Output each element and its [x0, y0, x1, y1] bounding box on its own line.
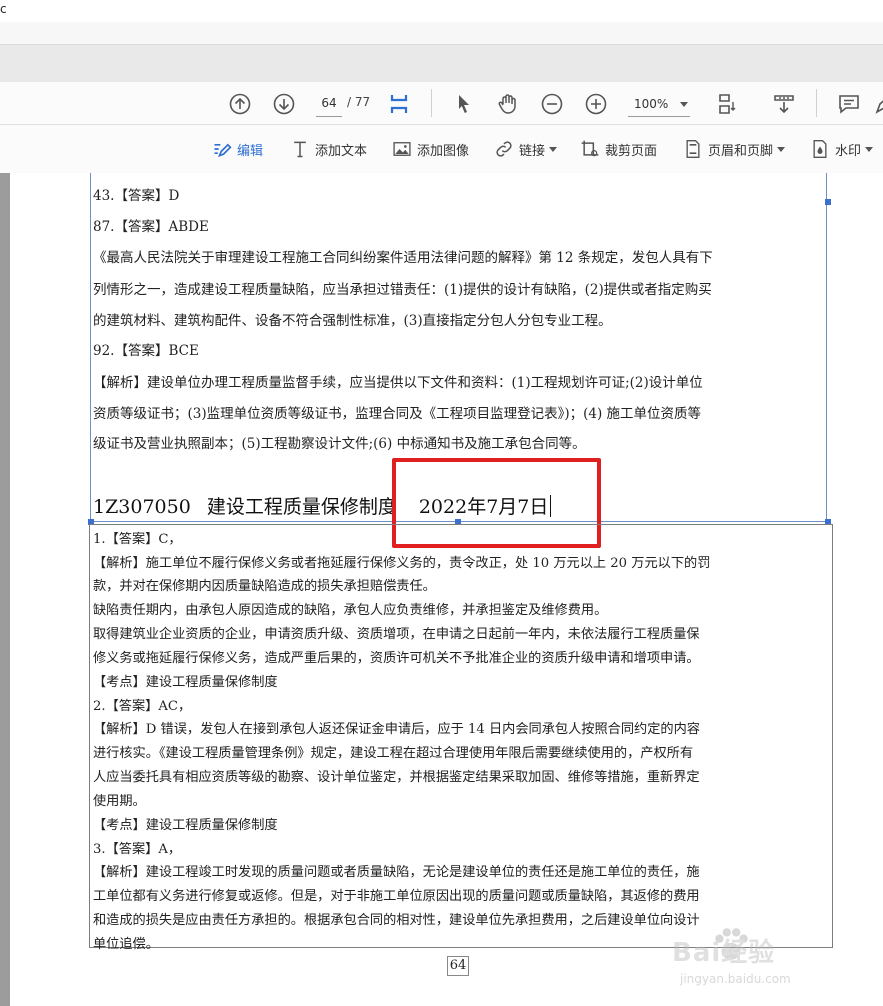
- section-title: 建设工程质量保修制度: [206, 496, 397, 518]
- add-image-label: 添加图像: [417, 143, 470, 159]
- arrow-up-circle-icon[interactable]: [228, 92, 252, 116]
- chevron-down-icon: [777, 146, 786, 152]
- paragraph-line: 工单位都有义务进行修复或返修。但是，对于非施工单位原因出现的质量问题或质量缺陷，…: [93, 889, 700, 904]
- menu-ribbon: [0, 44, 883, 83]
- answer-line: 43.【答案】D: [93, 188, 180, 204]
- image-icon: [393, 142, 411, 156]
- page-number: 64: [449, 958, 467, 973]
- watermark-overlay: Bai经验 jingyan.baidu.com: [672, 920, 882, 1006]
- resize-handle[interactable]: [825, 199, 831, 205]
- paragraph-line: 缺陷责任期内，由承包人原因造成的缺陷，承包人应负责维修，并承担鉴定及维修费用。: [93, 603, 608, 618]
- paragraph-line: 的建筑材料、建筑构配件、设备不符合强制性标准，(3)直接指定分包人分包专业工程。: [93, 313, 612, 329]
- paragraph-line: 进行核实。《建设工程质量管理条例》规定，建设工程在超过合理使用年限后需要继续使用…: [93, 746, 694, 761]
- zoom-value: 100%: [634, 97, 669, 111]
- page-number-box: 64: [447, 956, 469, 976]
- link-icon: [496, 141, 512, 157]
- add-text-label: 添加文本: [315, 143, 368, 159]
- header-footer-button[interactable]: 页眉和页脚: [683, 137, 786, 161]
- select-arrow-icon[interactable]: [452, 92, 476, 116]
- answer-line: 87.【答案】ABDE: [93, 219, 209, 235]
- edit-label: 编辑: [237, 143, 264, 159]
- zoom-out-icon[interactable]: [540, 92, 564, 116]
- scroll-mode-icon[interactable]: [772, 92, 796, 116]
- chevron-down-icon: [680, 101, 688, 107]
- watermark-label: 水印: [835, 143, 862, 159]
- paragraph-line: 《最高人民法院关于审理建设工程施工合同纠纷案件适用法律问题的解释》第 12 条规…: [93, 250, 713, 266]
- arrow-down-circle-icon[interactable]: [272, 92, 296, 116]
- toolbar-divider: [816, 89, 817, 117]
- edit-button[interactable]: 编辑: [212, 137, 263, 161]
- add-text-button[interactable]: 添加文本: [290, 137, 367, 161]
- answer-line: 3.【答案】A，: [93, 842, 182, 857]
- paragraph-line: 单位追偿。: [93, 937, 159, 952]
- title-strip: c: [0, 0, 883, 22]
- paragraph-line: 【解析】施工单位不履行保修义务或者拖延履行保修义务的，责令改正，处 10 万元以…: [93, 556, 711, 571]
- key-point-line: 【考点】建设工程质量保修制度: [93, 675, 278, 690]
- paragraph-line: 款，并对在保修期内因质量缺陷造成的损失承担赔偿责任。: [93, 579, 436, 594]
- hand-icon[interactable]: [496, 92, 520, 116]
- paragraph-line: 【解析】建设单位办理工程质量监督手续，应当提供以下文件和资料：(1)工程规划许可…: [93, 375, 703, 391]
- paragraph-line: 【解析】D 错误，发包人在接到承包人返还保证金申请后，应于 14 日内会同承包人…: [93, 722, 700, 737]
- answer-line: 92.【答案】BCE: [93, 343, 199, 359]
- crop-page-button[interactable]: 裁剪页面: [580, 137, 657, 161]
- paragraph-line: 资质等级证书；(3)监理单位资质等级证书，监理合同及《工程项目监理登记表》)；(…: [93, 406, 702, 422]
- toolbar-divider: [431, 89, 432, 117]
- section-code: 1Z307050: [93, 496, 191, 518]
- zoom-select[interactable]: 100%: [628, 92, 690, 117]
- link-button[interactable]: 链接: [494, 137, 558, 161]
- draw-tool-icon[interactable]: [873, 92, 883, 116]
- chevron-down-icon: [865, 146, 874, 152]
- crop-icon: [581, 140, 599, 157]
- watermark-icon: [813, 140, 827, 158]
- watermark-button[interactable]: 水印: [810, 137, 874, 161]
- answer-line: 2.【答案】AC，: [93, 699, 192, 714]
- page-number-input[interactable]: 64: [316, 92, 342, 117]
- crop-label: 裁剪页面: [605, 143, 658, 159]
- paragraph-line: 和造成的损失是应由责任方承担的。根据承包合同的相对性，建设单位先承担费用，之后建…: [93, 913, 700, 928]
- watermark-brand: Bai经验: [672, 938, 776, 968]
- paragraph-line: 使用期。: [93, 794, 146, 809]
- left-panel-edge: [0, 173, 10, 1006]
- header-footer-icon: [686, 140, 700, 158]
- chevron-down-icon: [549, 146, 558, 152]
- fit-page-icon[interactable]: [387, 92, 411, 116]
- paragraph-line: 修义务或拖延履行保修义务，造成严重后果的，资质许可机关不予批准企业的资质升级申请…: [93, 651, 700, 666]
- paragraph-line: 级证书及营业执照副本；(5)工程勘察设计文件;(6) 中标通知书及施工承包合同等…: [93, 436, 586, 452]
- add-image-button[interactable]: 添加图像: [392, 137, 469, 161]
- text-t-icon: [294, 141, 306, 158]
- key-point-line: 【考点】建设工程质量保修制度: [93, 818, 278, 833]
- page-layout-icon[interactable]: [716, 92, 752, 130]
- paragraph-line: 人应当委托具有相应资质等级的勘察、设计单位鉴定，并根据鉴定结果采取加固、维修等措…: [93, 770, 700, 785]
- tab-bar: [0, 22, 883, 44]
- edit-icon: [214, 143, 232, 158]
- header-footer-label: 页眉和页脚: [708, 143, 774, 159]
- window-title-fragment: c: [0, 2, 7, 16]
- page-total-label: / 77: [347, 95, 371, 109]
- watermark-url: jingyan.baidu.com: [680, 972, 791, 986]
- comment-icon[interactable]: [837, 92, 861, 116]
- zoom-in-icon[interactable]: [584, 92, 608, 116]
- page-number-value: 64: [321, 96, 337, 110]
- paragraph-line: 列情形之一，造成建设工程质量缺陷，应当承担过错责任：(1)提供的设计有缺陷，(2…: [93, 282, 712, 298]
- paragraph-line: 【解析】建设工程竣工时发现的质量问题或者质量缺陷，无论是建设单位的责任还是施工单…: [93, 865, 700, 880]
- answer-line: 1.【答案】C，: [93, 532, 182, 547]
- paragraph-line: 取得建筑业企业资质的企业，申请资质升级、资质增项，在申请之日起前一年内，未依法履…: [93, 627, 700, 642]
- link-label: 链接: [519, 143, 546, 159]
